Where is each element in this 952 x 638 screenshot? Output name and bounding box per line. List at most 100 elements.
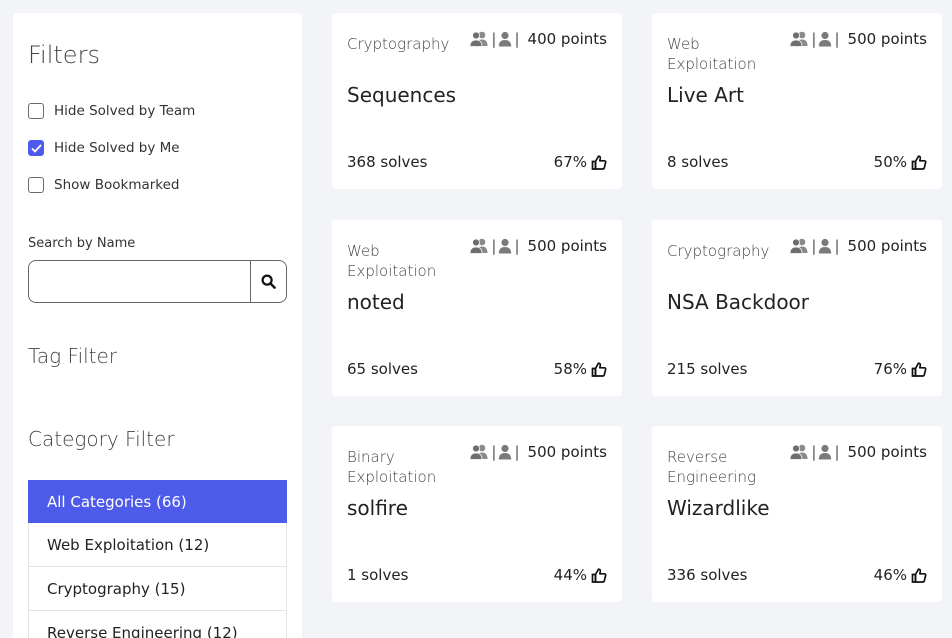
- divider: |: [514, 30, 520, 48]
- user-icon: [499, 238, 512, 254]
- filters-panel: Filters Hide Solved by Team Hide Solved …: [13, 13, 302, 638]
- challenge-solves: 1 solves: [347, 566, 409, 584]
- thumbs-up-icon: [911, 361, 927, 377]
- divider: |: [834, 443, 840, 461]
- challenge-rating: 44%: [554, 566, 607, 584]
- challenge-solves: 336 solves: [667, 566, 748, 584]
- challenge-category: Cryptography: [667, 242, 770, 260]
- users-icon: [470, 444, 488, 460]
- challenge-name: Sequences: [347, 83, 457, 107]
- user-icon: [819, 444, 832, 460]
- challenge-points: 400 points: [527, 30, 607, 48]
- challenge-solves: 215 solves: [667, 360, 748, 378]
- challenge-name: Wizardlike: [667, 496, 770, 520]
- challenge-card[interactable]: Cryptography | | 400 points Sequences 36…: [332, 13, 622, 189]
- divider: |: [834, 237, 840, 255]
- challenge-solves: 8 solves: [667, 153, 729, 171]
- checkbox-box[interactable]: [28, 103, 44, 119]
- checkbox-box[interactable]: [28, 140, 44, 156]
- challenge-meta: | | 400 points: [469, 30, 607, 48]
- category-item-all[interactable]: All Categories (66): [28, 480, 287, 523]
- challenge-card[interactable]: Cryptography | | 500 points NSA Backdoor…: [652, 220, 942, 396]
- rating-value: 76%: [873, 360, 907, 378]
- user-icon: [499, 444, 512, 460]
- thumbs-up-icon: [591, 154, 607, 170]
- users-icon: [470, 31, 488, 47]
- checkbox-label: Show Bookmarked: [54, 177, 180, 193]
- challenge-rating: 67%: [554, 153, 607, 171]
- check-icon: [30, 143, 42, 153]
- challenge-meta: | | 500 points: [789, 237, 927, 255]
- category-item-reverse-engineering[interactable]: Reverse Engineering (12): [28, 611, 287, 638]
- search-label: Search by Name: [28, 236, 136, 251]
- challenge-category: Reverse Engineering: [667, 448, 756, 486]
- challenge-points: 500 points: [527, 237, 607, 255]
- divider: |: [514, 237, 520, 255]
- checkbox-label: Hide Solved by Team: [54, 103, 196, 119]
- divider: |: [491, 443, 497, 461]
- challenge-name: noted: [347, 290, 405, 314]
- hide-solved-by-team-checkbox[interactable]: Hide Solved by Team: [28, 103, 195, 119]
- challenge-card[interactable]: Web Exploitation | | 500 points noted 65…: [332, 220, 622, 396]
- users-icon: [470, 238, 488, 254]
- user-icon: [819, 238, 832, 254]
- divider: |: [811, 30, 817, 48]
- challenge-category: Binary Exploitation: [347, 448, 437, 486]
- search-button[interactable]: [250, 260, 286, 303]
- challenge-solves: 65 solves: [347, 360, 418, 378]
- thumbs-up-icon: [911, 567, 927, 583]
- challenge-points: 500 points: [847, 30, 927, 48]
- challenge-meta: | | 500 points: [469, 443, 607, 461]
- divider: |: [811, 443, 817, 461]
- users-icon: [790, 444, 808, 460]
- challenge-rating: 46%: [874, 566, 927, 584]
- search-icon: [261, 274, 276, 289]
- rating-value: 46%: [873, 566, 907, 584]
- rating-value: 44%: [553, 566, 587, 584]
- rating-value: 58%: [553, 360, 587, 378]
- user-icon: [819, 31, 832, 47]
- users-icon: [790, 238, 808, 254]
- challenge-points: 500 points: [847, 443, 927, 461]
- users-icon: [790, 31, 808, 47]
- challenge-points: 500 points: [527, 443, 607, 461]
- divider: |: [491, 30, 497, 48]
- challenge-category: Cryptography: [347, 35, 450, 53]
- thumbs-up-icon: [591, 567, 607, 583]
- challenge-card[interactable]: Web Exploitation | | 500 points Live Art…: [652, 13, 942, 189]
- user-icon: [499, 31, 512, 47]
- filters-title: Filters: [28, 41, 100, 69]
- tag-filter-title: Tag Filter: [28, 344, 118, 368]
- challenge-category: Web Exploitation: [347, 242, 437, 280]
- search-box: [28, 260, 287, 303]
- challenge-category: Web Exploitation: [667, 35, 757, 73]
- challenge-points: 500 points: [847, 237, 927, 255]
- show-bookmarked-checkbox[interactable]: Show Bookmarked: [28, 177, 180, 193]
- checkbox-box[interactable]: [28, 177, 44, 193]
- thumbs-up-icon: [911, 154, 927, 170]
- challenge-card[interactable]: Reverse Engineering | | 500 points Wizar…: [652, 426, 942, 602]
- challenge-rating: 50%: [874, 153, 927, 171]
- category-item-cryptography[interactable]: Cryptography (15): [28, 567, 287, 611]
- thumbs-up-icon: [591, 361, 607, 377]
- category-filter-title: Category Filter: [28, 427, 175, 451]
- divider: |: [834, 30, 840, 48]
- challenge-meta: | | 500 points: [469, 237, 607, 255]
- challenge-solves: 368 solves: [347, 153, 428, 171]
- category-item-web-exploitation[interactable]: Web Exploitation (12): [28, 523, 287, 567]
- challenge-name: solfire: [347, 496, 408, 520]
- rating-value: 50%: [873, 153, 907, 171]
- divider: |: [491, 237, 497, 255]
- divider: |: [514, 443, 520, 461]
- search-input[interactable]: [37, 269, 237, 295]
- checkbox-label: Hide Solved by Me: [54, 140, 180, 156]
- challenge-meta: | | 500 points: [789, 443, 927, 461]
- rating-value: 67%: [553, 153, 587, 171]
- challenge-rating: 76%: [874, 360, 927, 378]
- hide-solved-by-me-checkbox[interactable]: Hide Solved by Me: [28, 140, 180, 156]
- challenge-name: Live Art: [667, 83, 744, 107]
- challenge-rating: 58%: [554, 360, 607, 378]
- challenge-card[interactable]: Binary Exploitation | | 500 points solfi…: [332, 426, 622, 602]
- divider: |: [811, 237, 817, 255]
- challenge-name: NSA Backdoor: [667, 290, 810, 314]
